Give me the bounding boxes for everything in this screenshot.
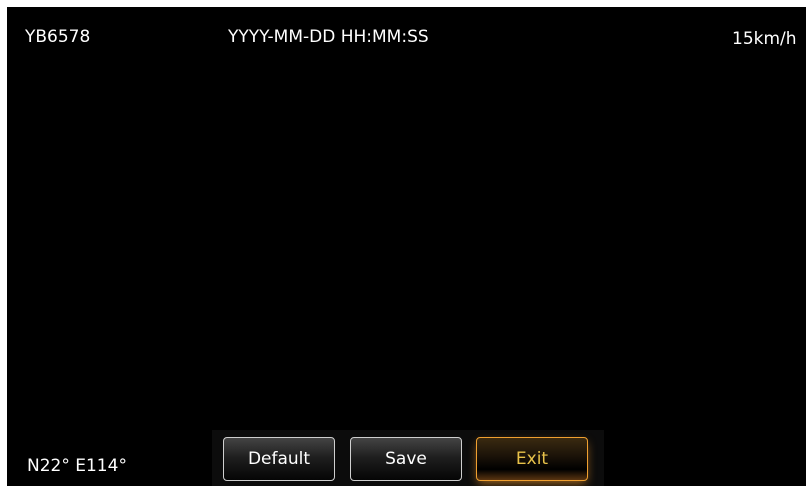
- video-preview-screen: YB6578 YYYY-MM-DD HH:MM:SS 15km/h N22° E…: [7, 7, 806, 486]
- speed-readout: 15km/h: [732, 29, 797, 49]
- datetime-overlay: YYYY-MM-DD HH:MM:SS: [228, 27, 429, 47]
- exit-button[interactable]: Exit: [476, 437, 588, 481]
- button-bar: Default Save Exit: [212, 430, 604, 486]
- save-button[interactable]: Save: [350, 437, 462, 481]
- default-button[interactable]: Default: [223, 437, 335, 481]
- gps-coordinates: N22° E114°: [27, 456, 127, 476]
- plate-number: YB6578: [25, 27, 91, 47]
